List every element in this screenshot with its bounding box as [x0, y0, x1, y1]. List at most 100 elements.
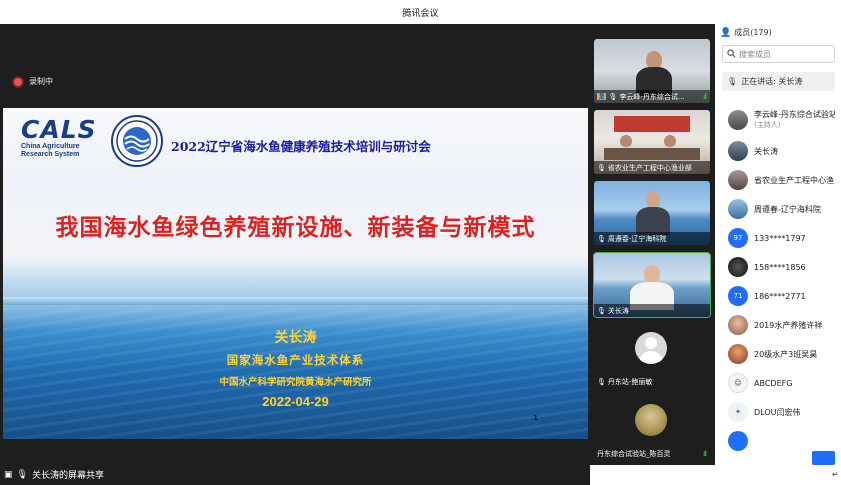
video-tile[interactable]: 🎙 丹东站-鲍丽敏 — [594, 324, 710, 388]
member-avatar — [728, 110, 748, 130]
presentation-date: 2022-04-29 — [262, 394, 329, 409]
video-tile-column[interactable]: 👤 🎙 李云峰-丹东综合试... ıll 🎙 省农业生产工程中心渔业部 🎙 周遵… — [590, 24, 715, 465]
tile-name-bar: 🎙 省农业生产工程中心渔业部 — [594, 161, 710, 174]
speaker-name: 关长涛 — [274, 330, 317, 346]
logo-line-1: China Agriculture — [21, 143, 80, 150]
mic-icon: 🎙 — [597, 163, 606, 172]
volume-bars-icon: ıll — [703, 450, 707, 458]
participant-avatar — [635, 404, 667, 436]
video-tile[interactable]: 🎙 省农业生产工程中心渔业部 — [594, 110, 710, 174]
member-item[interactable]: 158****1856 — [728, 255, 806, 279]
member-avatar: ☺ — [728, 373, 748, 393]
member-name: 关长涛 — [754, 146, 778, 156]
members-panel: 👤 成员(179) 搜索成员 🎙 正在讲话: 关长涛 李云峰-丹东综合试验站 (… — [719, 24, 835, 465]
member-item[interactable]: 71 186****2771 — [728, 284, 806, 308]
member-avatar — [728, 199, 748, 219]
recording-indicator[interactable]: 录制中 — [14, 76, 53, 87]
mic-icon: 🎙 — [727, 77, 738, 86]
conference-title: 2022辽宁省海水鱼健康养殖技术培训与研讨会 — [171, 139, 431, 154]
member-item[interactable]: 2019水产养殖许祥 — [728, 313, 822, 337]
screen-share-area: 录制中 CALS China Agriculture Research Syst… — [0, 24, 590, 464]
shared-slide: CALS China Agriculture Research System 2… — [3, 108, 588, 439]
participant-face — [646, 191, 660, 208]
cars-logo: CALS China Agriculture Research System — [21, 117, 109, 159]
video-tile[interactable]: 丹东综合试验站_陈百灵 ıll — [594, 396, 710, 460]
member-item[interactable]: 关长涛 — [728, 139, 778, 163]
presentation-title: 我国海水鱼绿色养殖新设施、新装备与新模式 — [55, 214, 536, 241]
member-item[interactable]: ✦ DLOU闫宏伟 — [728, 400, 800, 424]
members-count: 成员(179) — [734, 28, 772, 37]
organization-line-1: 国家海水鱼产业技术体系 — [226, 353, 365, 367]
member-avatar: 97 — [728, 228, 748, 248]
mic-icon: 🎙 — [16, 469, 28, 480]
member-item[interactable]: 97 133****1797 — [728, 226, 806, 250]
member-name: DLOU闫宏伟 — [754, 407, 801, 417]
tile-name: 丹东站-鲍丽敏 — [607, 377, 653, 386]
member-avatar — [728, 170, 748, 190]
host-badge-icon: 👤 — [597, 93, 607, 100]
member-name: 20级水产3班吴昊 — [754, 349, 818, 359]
member-name: 133****1797 — [754, 233, 806, 243]
video-tile-active[interactable]: 🎙 关长涛 — [593, 252, 711, 318]
institute-emblem-icon — [111, 115, 163, 167]
sea-horizon — [3, 297, 588, 305]
mic-icon: 🎙 — [597, 234, 606, 243]
organization-line-2: 中国水产科学研究院黄海水产研究所 — [219, 377, 372, 388]
search-placeholder: 搜索成员 — [739, 49, 771, 59]
tile-name-bar: 🎙 周遵春-辽宁海科院 — [594, 232, 710, 245]
tile-name: 省农业生产工程中心渔业部 — [607, 163, 692, 172]
member-item[interactable]: 周遵春-辽宁海科院 — [728, 197, 821, 221]
member-name: 158****1856 — [754, 262, 806, 272]
tile-name-bar: 丹东综合试验站_陈百灵 — [594, 447, 710, 460]
recording-label: 录制中 — [29, 77, 53, 86]
default-avatar-icon — [635, 332, 667, 364]
panel-edge — [835, 24, 841, 485]
member-item[interactable]: 李云峰-丹东综合试验站 (主持人) — [728, 108, 835, 132]
member-name: 186****2771 — [754, 291, 806, 301]
record-dot-icon — [14, 77, 22, 86]
member-avatar: 71 — [728, 286, 748, 306]
video-tile[interactable]: 👤 🎙 李云峰-丹东综合试... ıll — [594, 39, 710, 103]
member-item[interactable] — [728, 429, 748, 453]
member-avatar — [728, 257, 748, 277]
volume-bars-icon: ıll — [703, 93, 707, 101]
members-icon: 👤 — [720, 27, 732, 38]
member-avatar — [728, 315, 748, 335]
member-name: 周遵春-辽宁海科院 — [754, 204, 821, 214]
video-tile[interactable]: 🎙 周遵春-辽宁海科院 — [594, 181, 710, 245]
tile-name: 李云峰-丹东综合试... — [619, 92, 685, 101]
search-icon — [727, 48, 736, 60]
member-name: 省农业生产工程中心渔 — [754, 175, 834, 185]
desk-shape — [604, 148, 700, 160]
member-role: (主持人) — [754, 121, 781, 129]
slide-page-number: 1 — [533, 414, 538, 422]
tile-name: 丹东综合试验站_陈百灵 — [597, 449, 671, 458]
tile-name: 关长涛 — [607, 306, 629, 315]
panel-action-button[interactable] — [812, 451, 835, 465]
member-search-input[interactable]: 搜索成员 — [722, 45, 835, 63]
banner-shape — [614, 116, 690, 132]
participant-face — [620, 135, 632, 147]
bottom-area — [590, 465, 841, 485]
tile-name-bar: 🎙 关长涛 — [594, 304, 710, 317]
member-name: ABCDEFG — [754, 378, 793, 388]
member-item[interactable]: 20级水产3班吴昊 — [728, 342, 817, 366]
member-item[interactable]: 省农业生产工程中心渔 — [728, 168, 834, 192]
participant-face — [664, 135, 676, 147]
member-name: 李云峰-丹东综合试验站 — [754, 110, 835, 119]
now-speaking-label: 正在讲话: 关长涛 — [741, 77, 803, 86]
members-header: 👤 成员(179) — [719, 24, 835, 41]
meeting-window: 腾讯会议 录制中 CALS China Agriculture Research… — [0, 0, 841, 485]
member-avatar — [728, 431, 748, 451]
mic-icon: 🎙 — [597, 306, 606, 315]
member-avatar: ✦ — [728, 402, 748, 422]
mic-icon: 🎙 — [597, 377, 606, 386]
window-title: 腾讯会议 — [402, 8, 439, 19]
tile-name: 周遵春-辽宁海科院 — [607, 234, 667, 243]
logo-letters: CALS — [21, 115, 97, 144]
member-avatar — [728, 141, 748, 161]
mic-icon: 🎙 — [608, 92, 618, 101]
member-item[interactable]: ☺ ABCDEFG — [728, 371, 792, 395]
participant-body — [636, 207, 670, 235]
share-status-bar: ▣ 🎙 关长涛的屏幕共享 — [0, 464, 590, 485]
